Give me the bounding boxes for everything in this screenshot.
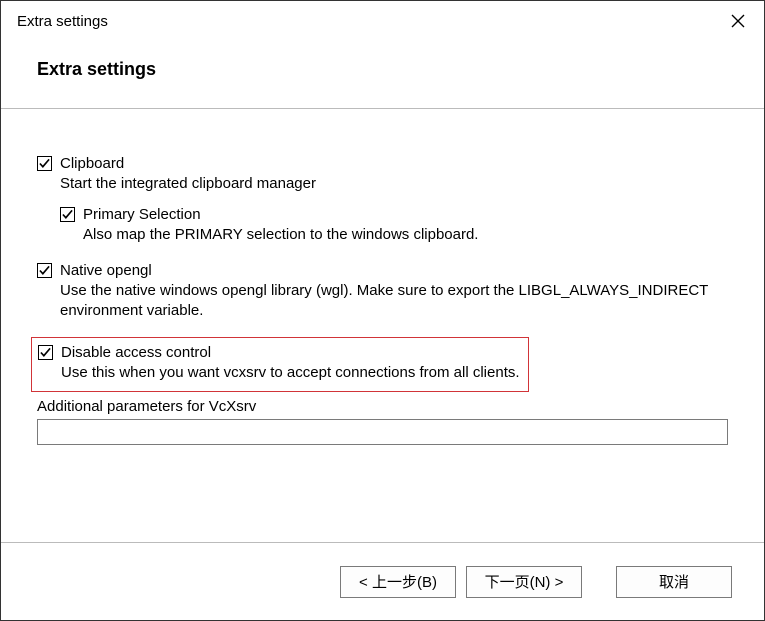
opengl-label: Native opengl [60, 262, 152, 279]
option-primary-selection: Primary Selection Also map the PRIMARY s… [60, 206, 728, 245]
highlight-annotation: Disable access control Use this when you… [31, 337, 529, 392]
access-desc: Use this when you want vcxsrv to accept … [61, 363, 520, 383]
opengl-checkbox[interactable] [37, 263, 52, 278]
option-row: Clipboard [37, 155, 728, 172]
dialog-header: Extra settings [1, 41, 764, 109]
clipboard-checkbox[interactable] [37, 156, 52, 171]
titlebar: Extra settings [1, 1, 764, 41]
dialog-window: Extra settings Extra settings Clipboard … [0, 0, 765, 621]
check-icon [39, 265, 50, 276]
access-label: Disable access control [61, 344, 211, 361]
next-button[interactable]: 下一页(N) > [466, 566, 582, 598]
close-button[interactable] [726, 9, 750, 33]
dialog-content: Clipboard Start the integrated clipboard… [1, 109, 764, 542]
check-icon [40, 347, 51, 358]
window-title: Extra settings [17, 13, 108, 30]
option-row: Primary Selection [60, 206, 728, 223]
check-icon [39, 158, 50, 169]
close-icon [731, 14, 745, 28]
opengl-desc: Use the native windows opengl library (w… [60, 281, 728, 322]
option-row: Disable access control [38, 344, 520, 361]
option-clipboard: Clipboard Start the integrated clipboard… [37, 155, 728, 246]
primary-label: Primary Selection [83, 206, 201, 223]
primary-checkbox[interactable] [60, 207, 75, 222]
option-native-opengl: Native opengl Use the native windows ope… [37, 262, 728, 322]
clipboard-desc: Start the integrated clipboard manager [60, 174, 728, 194]
check-icon [62, 209, 73, 220]
additional-params-label: Additional parameters for VcXsrv [37, 398, 728, 415]
primary-desc: Also map the PRIMARY selection to the wi… [83, 225, 728, 245]
additional-params-input[interactable] [37, 419, 728, 445]
option-row: Native opengl [37, 262, 728, 279]
cancel-button[interactable]: 取消 [616, 566, 732, 598]
dialog-footer: < 上一步(B) 下一页(N) > 取消 [1, 542, 764, 620]
page-title: Extra settings [37, 59, 764, 80]
option-disable-access-control: Disable access control Use this when you… [38, 344, 520, 383]
access-checkbox[interactable] [38, 345, 53, 360]
back-button[interactable]: < 上一步(B) [340, 566, 456, 598]
clipboard-label: Clipboard [60, 155, 124, 172]
